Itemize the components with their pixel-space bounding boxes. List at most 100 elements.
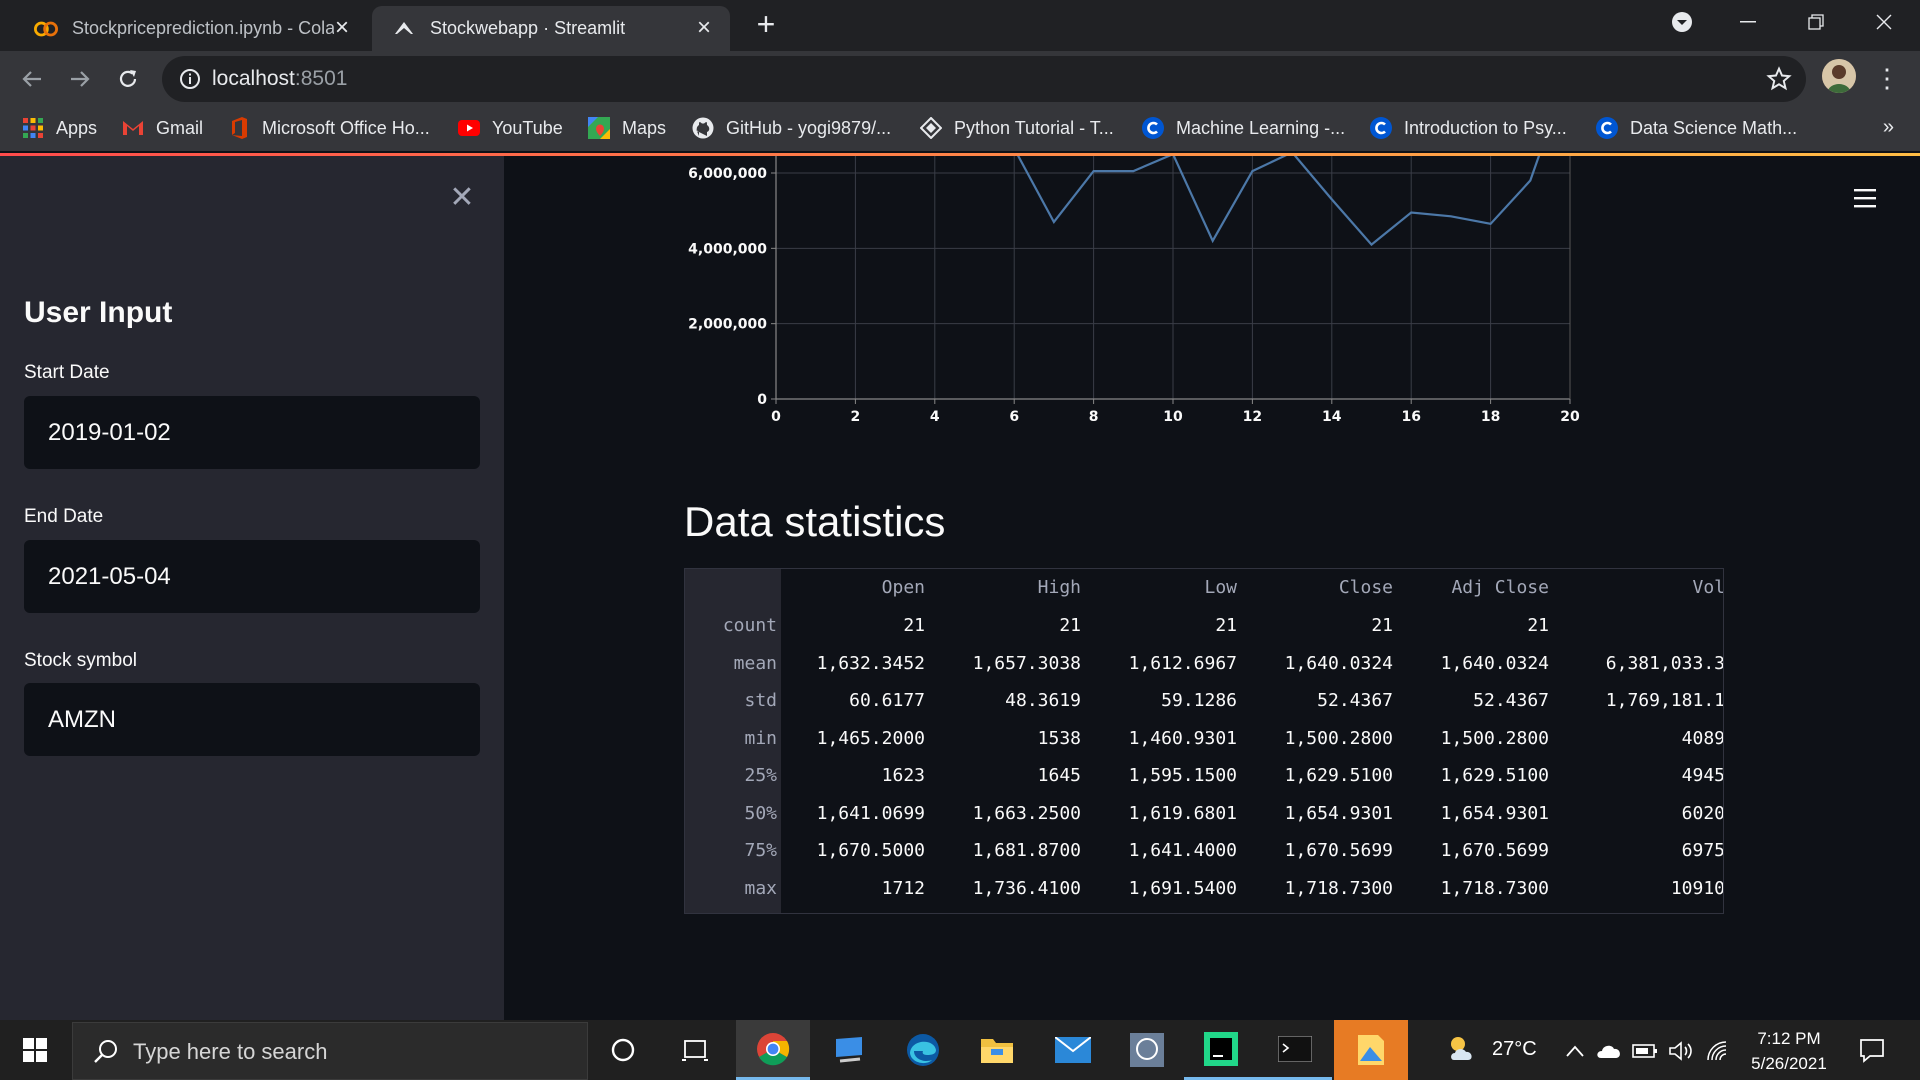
table-cell[interactable]: 6020 — [1575, 795, 1723, 832]
table-cell[interactable]: 4945 — [1575, 757, 1723, 794]
edge-taskbar-app[interactable] — [886, 1020, 960, 1080]
tab-colab[interactable]: Stockpriceprediction.ipynb - Cola × — [14, 6, 368, 51]
desktop-app[interactable] — [812, 1020, 886, 1080]
table-cell[interactable]: 21 — [775, 607, 925, 644]
start-button[interactable] — [0, 1020, 70, 1080]
table-cell[interactable]: 60.6177 — [775, 682, 925, 719]
column-header[interactable]: Adj Close — [1399, 569, 1549, 607]
bookmark-data-science-math[interactable]: Data Science Math... — [1596, 114, 1797, 142]
table-cell[interactable]: 1,769,181.1 — [1575, 682, 1723, 719]
weather-widget[interactable]: 27°C — [1446, 1034, 1537, 1064]
reload-button[interactable] — [110, 61, 146, 97]
star-icon[interactable] — [1766, 66, 1792, 92]
url-text[interactable]: localhost:8501 — [212, 67, 347, 91]
terminal-app[interactable] — [1258, 1020, 1332, 1080]
column-header[interactable]: Low — [1087, 569, 1237, 607]
table-cell[interactable]: 21 — [1399, 607, 1549, 644]
volume-tray[interactable] — [1668, 1038, 1694, 1064]
hamburger-menu-icon[interactable] — [1854, 188, 1880, 210]
bookmark-intro-psych[interactable]: Introduction to Psy... — [1370, 114, 1567, 142]
bookmark-apps[interactable]: Apps — [22, 114, 97, 142]
contacts-app[interactable] — [1110, 1020, 1184, 1080]
table-cell[interactable]: 48.3619 — [931, 682, 1081, 719]
table-cell[interactable]: 1,460.9301 — [1087, 720, 1237, 757]
bookmark-gmail[interactable]: Gmail — [122, 114, 203, 142]
table-cell[interactable]: 1,465.2000 — [775, 720, 925, 757]
table-cell[interactable]: 10910 — [1575, 870, 1723, 907]
table-cell[interactable]: 1623 — [775, 757, 925, 794]
stock-symbol-input[interactable]: AMZN — [24, 683, 480, 756]
bookmark-github[interactable]: GitHub - yogi9879/... — [692, 114, 891, 142]
bookmark-python-tutorial[interactable]: Python Tutorial - T... — [920, 114, 1114, 142]
table-cell[interactable]: 1,619.6801 — [1087, 795, 1237, 832]
bookmark-office[interactable]: Microsoft Office Ho... — [228, 114, 430, 142]
column-header[interactable]: Close — [1243, 569, 1393, 607]
table-cell[interactable]: 1,595.1500 — [1087, 757, 1237, 794]
mail-app[interactable] — [1036, 1020, 1110, 1080]
taskbar-search-box[interactable]: Type here to search — [72, 1022, 588, 1080]
table-cell[interactable]: 1,641.0699 — [775, 795, 925, 832]
table-cell[interactable]: 21 — [1243, 607, 1393, 644]
bookmark-machine-learning[interactable]: Machine Learning -... — [1142, 114, 1345, 142]
table-cell[interactable]: 1,670.5699 — [1243, 832, 1393, 869]
table-cell[interactable]: 1,654.9301 — [1243, 795, 1393, 832]
table-cell[interactable]: 1,670.5000 — [775, 832, 925, 869]
bookmark-maps[interactable]: Maps — [588, 114, 666, 142]
back-button[interactable] — [14, 61, 50, 97]
table-cell[interactable]: 1538 — [931, 720, 1081, 757]
photos-app[interactable] — [1334, 1020, 1408, 1080]
close-icon[interactable]: × — [330, 16, 354, 40]
table-cell[interactable]: 1,629.5100 — [1399, 757, 1549, 794]
table-cell[interactable]: 1,736.4100 — [931, 870, 1081, 907]
column-header[interactable]: High — [931, 569, 1081, 607]
table-cell[interactable]: 1,718.7300 — [1399, 870, 1549, 907]
network-tray[interactable] — [1706, 1038, 1732, 1064]
table-cell[interactable]: 1,681.8700 — [931, 832, 1081, 869]
file-explorer-app[interactable] — [960, 1020, 1034, 1080]
table-cell[interactable]: 21 — [1087, 607, 1237, 644]
new-tab-button[interactable]: + — [750, 8, 782, 40]
table-cell[interactable]: 1,657.3038 — [931, 645, 1081, 682]
address-bar[interactable]: localhost:8501 — [162, 56, 1806, 102]
onedrive-tray[interactable] — [1596, 1038, 1622, 1064]
table-cell[interactable]: 1,718.7300 — [1243, 870, 1393, 907]
table-cell[interactable]: 1,640.0324 — [1399, 645, 1549, 682]
battery-tray[interactable] — [1632, 1038, 1658, 1064]
table-cell[interactable]: 1,612.6967 — [1087, 645, 1237, 682]
end-date-input[interactable]: 2021-05-04 — [24, 540, 480, 613]
table-cell[interactable]: 1,640.0324 — [1243, 645, 1393, 682]
table-cell[interactable]: 1,663.2500 — [931, 795, 1081, 832]
table-cell[interactable]: 1,670.5699 — [1399, 832, 1549, 869]
table-cell[interactable]: 6,381,033.3 — [1575, 645, 1723, 682]
task-view-button[interactable] — [658, 1020, 732, 1080]
minimize-button[interactable] — [1716, 0, 1780, 44]
start-date-input[interactable]: 2019-01-02 — [24, 396, 480, 469]
close-window-button[interactable] — [1852, 0, 1916, 44]
table-cell[interactable]: 1,641.4000 — [1087, 832, 1237, 869]
notification-center-icon[interactable] — [1858, 1036, 1886, 1064]
close-icon[interactable]: × — [692, 16, 716, 40]
table-cell[interactable]: 6975 — [1575, 832, 1723, 869]
chrome-taskbar-app[interactable] — [736, 1020, 810, 1080]
table-cell[interactable]: 1,654.9301 — [1399, 795, 1549, 832]
bookmark-youtube[interactable]: YouTube — [458, 114, 563, 142]
forward-button[interactable] — [62, 61, 98, 97]
table-cell[interactable]: 1712 — [775, 870, 925, 907]
column-header[interactable]: Open — [775, 569, 925, 607]
restore-button[interactable] — [1784, 0, 1848, 44]
column-header[interactable]: Vol — [1575, 569, 1723, 607]
table-cell[interactable]: 1645 — [931, 757, 1081, 794]
profile-avatar[interactable] — [1822, 59, 1856, 93]
table-cell[interactable]: 4089 — [1575, 720, 1723, 757]
taskbar-clock[interactable]: 7:12 PM 5/26/2021 — [1730, 1026, 1848, 1076]
table-cell[interactable]: 59.1286 — [1087, 682, 1237, 719]
table-cell[interactable]: 21 — [931, 607, 1081, 644]
close-sidebar-icon[interactable]: ✕ — [446, 182, 478, 214]
cortana-button[interactable] — [586, 1020, 660, 1080]
info-icon[interactable] — [178, 67, 202, 91]
table-cell[interactable]: 1,632.3452 — [775, 645, 925, 682]
statistics-table[interactable]: Open High Low Close Adj Close Vol count 21 21 21… — [684, 568, 1724, 914]
pycharm-app[interactable] — [1184, 1020, 1258, 1080]
tab-streamlit[interactable]: Stockwebapp · Streamlit × — [372, 6, 730, 51]
table-cell[interactable]: 1,629.5100 — [1243, 757, 1393, 794]
